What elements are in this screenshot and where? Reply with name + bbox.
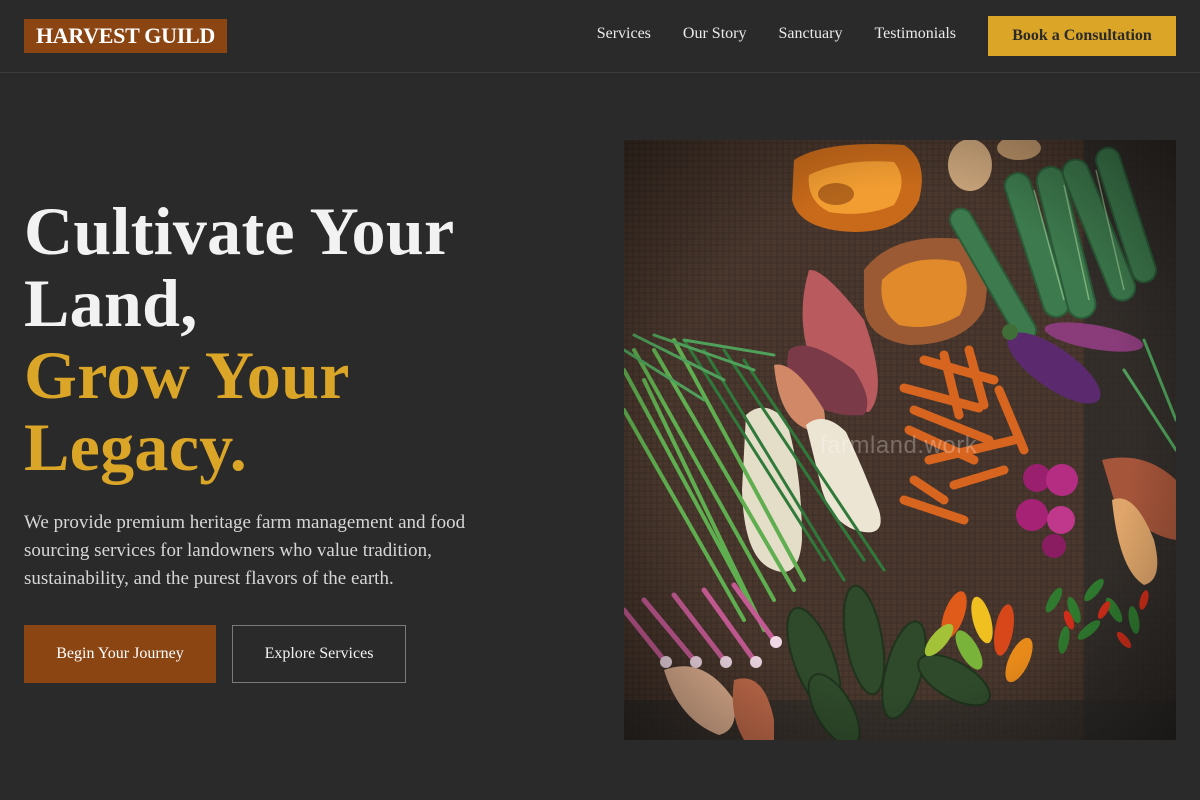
hero-content: Cultivate Your Land, Grow Your Legacy.: [24, 195, 584, 483]
headline-line-2: Land,: [24, 265, 198, 341]
site-header: HARVEST GUILD Services Our Story Sanctua…: [0, 0, 1200, 73]
hero-headline: Cultivate Your Land, Grow Your Legacy.: [24, 195, 584, 483]
headline-line-3: Grow Your: [24, 337, 350, 413]
headline-line-1: Cultivate Your: [24, 193, 455, 269]
nav-link-testimonials[interactable]: Testimonials: [874, 24, 956, 44]
nav-link-services[interactable]: Services: [597, 24, 651, 44]
nav-link-sanctuary[interactable]: Sanctuary: [778, 24, 842, 44]
image-watermark: farmland.work: [820, 432, 978, 459]
explore-services-button[interactable]: Explore Services: [232, 625, 406, 683]
begin-journey-button[interactable]: Begin Your Journey: [24, 625, 216, 683]
hero-description: We provide premium heritage farm managem…: [24, 512, 466, 589]
logo[interactable]: HARVEST GUILD: [24, 19, 227, 53]
book-consultation-button[interactable]: Book a Consultation: [988, 16, 1176, 56]
headline-line-4: Legacy.: [24, 409, 248, 485]
main-nav: Services Our Story Sanctuary Testimonial…: [597, 24, 956, 44]
nav-link-our-story[interactable]: Our Story: [683, 24, 747, 44]
